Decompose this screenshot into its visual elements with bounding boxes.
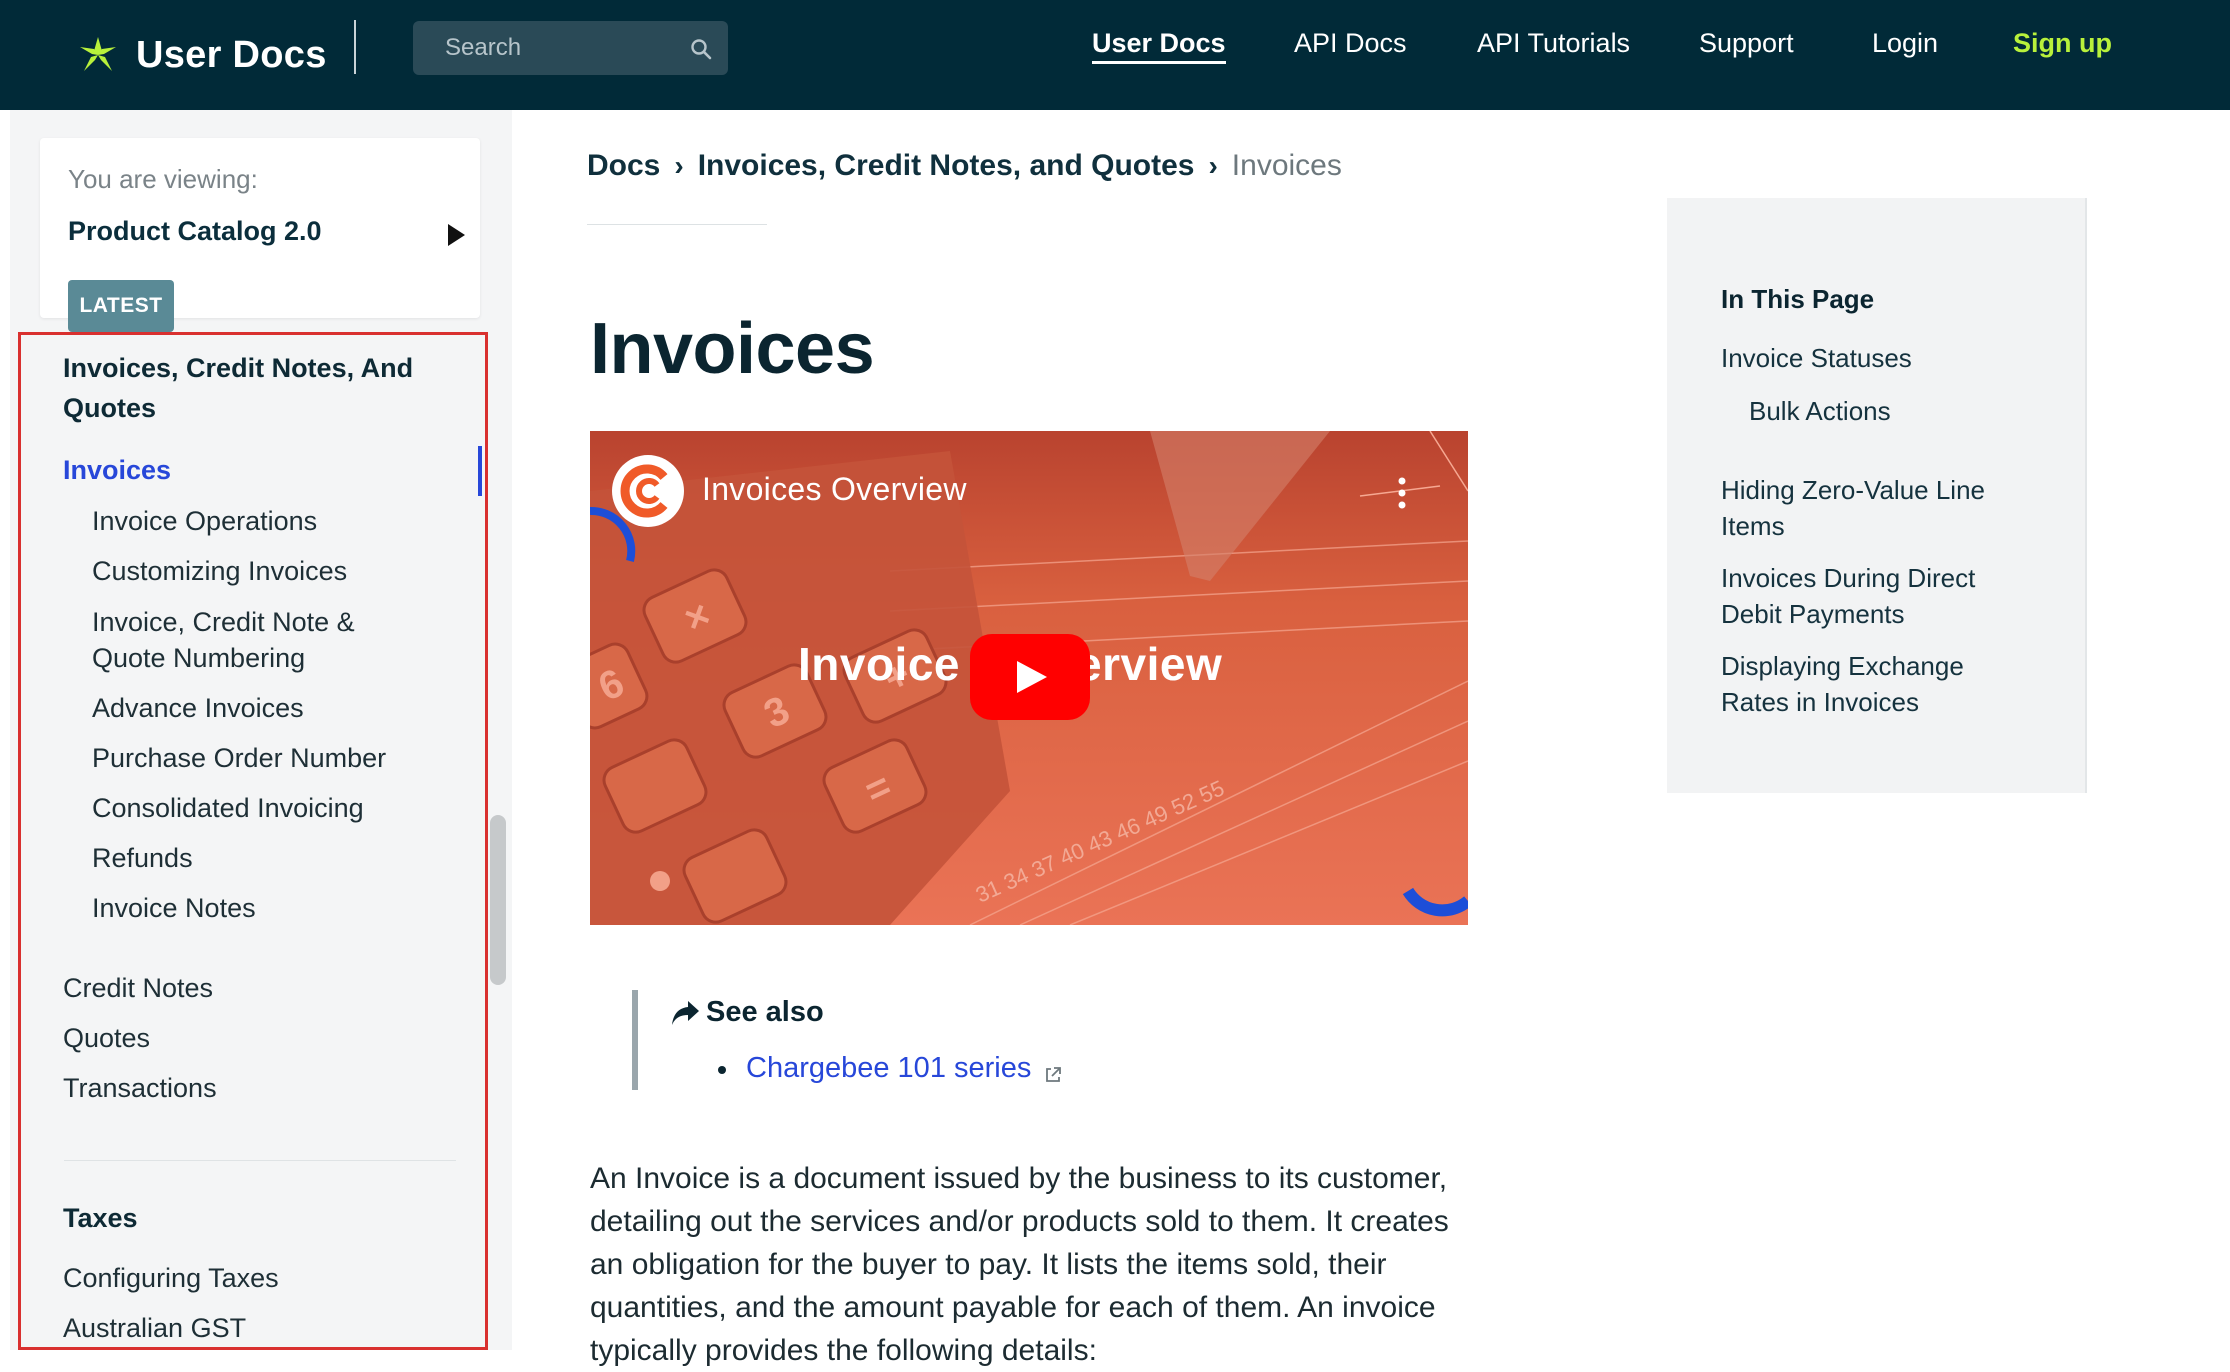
see-also-title: See also (670, 996, 824, 1029)
sidebar-item-invoice-notes[interactable]: Invoice Notes (92, 890, 256, 926)
sidebar-scrollbar[interactable] (490, 815, 506, 985)
table-of-contents: In This Page Invoice Statuses Bulk Actio… (1667, 198, 2087, 793)
sidebar-section-taxes[interactable]: Taxes (63, 1198, 443, 1238)
sidebar-item-configuring-taxes[interactable]: Configuring Taxes (63, 1260, 279, 1296)
toc-item-bulk-actions[interactable]: Bulk Actions (1749, 393, 2089, 429)
breadcrumb-docs[interactable]: Docs (587, 149, 660, 183)
latest-badge: LATEST (68, 280, 174, 332)
search-input[interactable] (413, 21, 673, 75)
viewing-label: You are viewing: (68, 164, 258, 194)
version-selector[interactable]: You are viewing: Product Catalog 2.0 LAT… (40, 138, 480, 332)
more-options-icon[interactable] (1398, 475, 1406, 511)
caret-right-icon[interactable] (448, 224, 465, 246)
active-item-marker (478, 446, 482, 496)
sidebar-divider (64, 1160, 456, 1161)
sidebar-item-invoices[interactable]: Invoices (63, 452, 171, 488)
sidebar-item-consolidated-invoicing[interactable]: Consolidated Invoicing (92, 790, 364, 826)
sidebar-item-purchase-order-number[interactable]: Purchase Order Number (92, 740, 386, 776)
see-also-callout: See also Chargebee 101 series (632, 990, 1132, 1090)
see-also-label: See also (706, 996, 824, 1028)
sidebar-item-invoice-operations[interactable]: Invoice Operations (92, 503, 317, 539)
left-sidebar: You are viewing: Product Catalog 2.0 LAT… (10, 110, 512, 1350)
intro-paragraph: An Invoice is a document issued by the b… (590, 1162, 1449, 1367)
breadcrumb-separator: › (674, 150, 684, 181)
breadcrumb-section[interactable]: Invoices, Credit Notes, and Quotes (698, 149, 1195, 183)
sidebar-item-transactions[interactable]: Transactions (63, 1070, 217, 1106)
chargebee-logo-icon (80, 37, 116, 71)
nav-api-tutorials[interactable]: API Tutorials (1477, 28, 1630, 59)
nav-login[interactable]: Login (1872, 28, 1938, 59)
search-icon[interactable] (690, 38, 712, 60)
brand-name: User Docs (136, 33, 327, 76)
toc-item-direct-debit[interactable]: Invoices During Direct Debit Payments (1721, 560, 2021, 632)
video-title[interactable]: Invoices Overview (702, 471, 967, 508)
channel-logo-icon[interactable] (612, 455, 684, 527)
play-button-icon[interactable] (970, 634, 1090, 720)
nav-user-docs[interactable]: User Docs (1092, 28, 1226, 64)
nav-support[interactable]: Support (1699, 28, 1794, 59)
breadcrumb-separator: › (1208, 150, 1218, 181)
chargebee-101-link[interactable]: Chargebee 101 series (746, 1052, 1031, 1085)
sidebar-item-quotes[interactable]: Quotes (63, 1020, 150, 1056)
toc-item-hiding-zero-value[interactable]: Hiding Zero-Value Line Items (1721, 472, 2021, 544)
search-box[interactable] (413, 21, 728, 75)
sidebar-item-numbering-line-1[interactable]: Invoice, Credit Note & (92, 604, 355, 640)
toc-item-invoice-statuses[interactable]: Invoice Statuses (1721, 340, 2061, 376)
page-title: Invoices (590, 309, 875, 389)
brand-divider (354, 20, 356, 74)
sidebar-item-numbering-line-2[interactable]: Quote Numbering (92, 640, 305, 676)
toc-item-exchange-rates[interactable]: Displaying Exchange Rates in Invoices (1721, 648, 2021, 720)
breadcrumb-rule (587, 224, 767, 225)
sidebar-item-australian-gst[interactable]: Australian GST (63, 1310, 246, 1346)
video-caption-right: erview (1076, 638, 1223, 690)
video-player[interactable]: × 3 + = 6 31 34 37 40 43 46 49 52 55 Inv… (590, 431, 1468, 925)
brand[interactable]: User Docs (76, 24, 327, 86)
sidebar-section-heading[interactable]: Invoices, Credit Notes, And Quotes (63, 348, 443, 428)
video-caption-left: Invoice (798, 638, 961, 690)
chargebee-c-icon (620, 464, 668, 518)
share-arrow-icon (672, 1000, 699, 1025)
nav-sign-up[interactable]: Sign up (2013, 28, 2112, 59)
sidebar-item-refunds[interactable]: Refunds (92, 840, 193, 876)
sidebar-item-credit-notes[interactable]: Credit Notes (63, 970, 213, 1006)
sidebar-item-advance-invoices[interactable]: Advance Invoices (92, 690, 304, 726)
viewing-value: Product Catalog 2.0 (68, 216, 322, 246)
breadcrumb-current: Invoices (1231, 149, 1342, 182)
nav-api-docs[interactable]: API Docs (1294, 28, 1407, 59)
top-navigation-bar: User Docs User Docs API Docs API Tutoria… (0, 0, 2230, 110)
sidebar-item-customizing-invoices[interactable]: Customizing Invoices (92, 553, 347, 589)
bullet (718, 1066, 726, 1074)
toc-heading: In This Page (1721, 284, 1875, 314)
external-link-icon[interactable] (1044, 1066, 1062, 1084)
breadcrumb: Docs › Invoices, Credit Notes, and Quote… (587, 146, 1342, 186)
